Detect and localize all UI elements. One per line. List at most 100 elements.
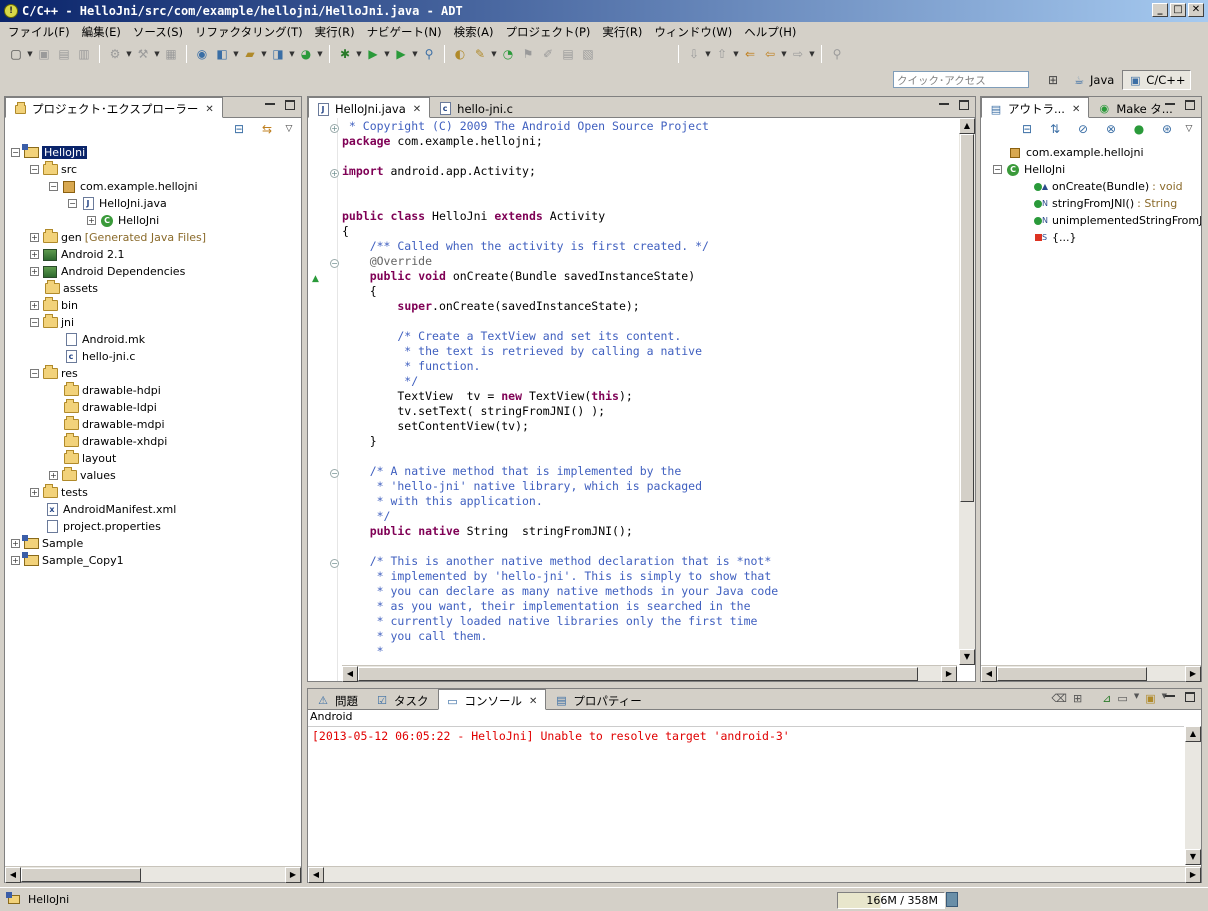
new-icon[interactable]: ▢ xyxy=(7,45,25,63)
tree-item[interactable]: + gen [Generated Java Files] xyxy=(30,229,206,246)
expand-icon[interactable]: + xyxy=(30,250,39,259)
new-project-dropdown-icon[interactable]: ▼ xyxy=(232,50,240,58)
tree-item[interactable]: drawable-xhdpi xyxy=(49,433,167,450)
new-dropdown-icon[interactable]: ▼ xyxy=(26,50,34,58)
heap-status[interactable]: 166M / 358M xyxy=(837,892,945,909)
scroll-left-icon[interactable]: ◀ xyxy=(342,666,358,682)
new-class-dropdown-icon[interactable]: ▼ xyxy=(288,50,296,58)
fold-collapse-icon[interactable]: − xyxy=(330,469,339,478)
outline-item[interactable]: S {...} xyxy=(1033,229,1077,246)
next-annotation-dropdown-icon[interactable]: ▼ xyxy=(704,50,712,58)
prev-annotation-icon[interactable]: ⇧ xyxy=(713,45,731,63)
tree-item[interactable]: − J HelloJni.java xyxy=(68,195,167,212)
menu-item[interactable]: 検索(A) xyxy=(448,24,500,40)
view-menu-icon[interactable]: ▽ xyxy=(285,124,293,134)
hide-fields-icon[interactable]: ⊘ xyxy=(1074,120,1092,138)
display-console-icon[interactable]: ▭ xyxy=(1117,692,1127,705)
tree-item[interactable]: + Sample xyxy=(11,535,83,552)
scroll-thumb[interactable] xyxy=(358,667,918,681)
outline-item[interactable]: − C HelloJni xyxy=(993,161,1065,178)
new-type-dropdown-icon[interactable]: ▼ xyxy=(316,50,324,58)
print-icon[interactable]: ▥ xyxy=(75,45,93,63)
run-icon[interactable]: ▶ xyxy=(364,45,382,63)
sdk-manager-icon[interactable]: ◉ xyxy=(193,45,211,63)
outline-item[interactable]: NunimplementedStringFromJ xyxy=(1033,212,1201,229)
open-console-icon[interactable]: ▣ xyxy=(1145,692,1155,705)
new-type-icon[interactable]: ◕ xyxy=(297,45,315,63)
scroll-left-icon[interactable]: ◀ xyxy=(5,867,21,883)
open-perspective-icon[interactable]: ⊞ xyxy=(1044,71,1062,89)
back-dropdown-icon[interactable]: ▼ xyxy=(780,50,788,58)
collapse-icon[interactable]: − xyxy=(993,165,1002,174)
expand-icon[interactable]: + xyxy=(30,233,39,242)
open-task-icon[interactable]: ◔ xyxy=(499,45,517,63)
scroll-right-icon[interactable]: ▶ xyxy=(941,666,957,682)
last-edit-location-icon[interactable]: ⇐ xyxy=(741,45,759,63)
outline-hscrollbar[interactable]: ◀ ▶ xyxy=(981,665,1201,682)
new-folder-dropdown-icon[interactable]: ▼ xyxy=(260,50,268,58)
console-output[interactable]: [2013-05-12 06:05:22 - HelloJni] Unable … xyxy=(308,726,1184,865)
search-dropdown-icon[interactable]: ▼ xyxy=(490,50,498,58)
menu-item[interactable]: ウィンドウ(W) xyxy=(648,24,738,40)
collapse-icon[interactable]: − xyxy=(49,182,58,191)
tab-console[interactable]: ▭ コンソール ✕ xyxy=(437,689,547,710)
console-vscrollbar[interactable]: ▲ ▼ xyxy=(1185,726,1201,865)
forward-dropdown-icon[interactable]: ▼ xyxy=(808,50,816,58)
tree-item[interactable]: + Sample_Copy1 xyxy=(11,552,124,569)
build-dropdown-icon[interactable]: ▼ xyxy=(125,50,133,58)
debug-icon[interactable]: ✱ xyxy=(336,45,354,63)
collapse-icon[interactable]: − xyxy=(11,148,20,157)
tree-item[interactable]: − HelloJni xyxy=(11,144,89,161)
collapse-icon[interactable]: − xyxy=(30,318,39,327)
console-hscrollbar[interactable]: ◀ ▶ xyxy=(308,866,1201,883)
new-folder-icon[interactable]: ▰ xyxy=(241,45,259,63)
pin-editor-icon[interactable]: ⚲ xyxy=(828,45,846,63)
menu-item[interactable]: ナビゲート(N) xyxy=(361,24,448,40)
save-all-icon[interactable]: ▤ xyxy=(55,45,73,63)
editor-vscrollbar[interactable]: ▲ ▼ xyxy=(959,118,975,665)
minimize-button[interactable]: _ xyxy=(1152,3,1168,17)
scroll-left-icon[interactable]: ◀ xyxy=(981,666,997,682)
tree-item[interactable]: + Android 2.1 xyxy=(30,246,125,263)
expand-icon[interactable]: + xyxy=(30,301,39,310)
tree-item[interactable]: − res xyxy=(30,365,78,382)
close-button[interactable]: ✕ xyxy=(1188,3,1204,17)
close-tab-icon[interactable]: ✕ xyxy=(413,104,421,115)
tab-tasks[interactable]: ☑ タスク xyxy=(367,689,438,709)
scroll-thumb[interactable] xyxy=(21,868,141,882)
tab-project-explorer[interactable]: プロジェクト･エクスプローラー ✕ xyxy=(5,97,223,118)
new-cpp-project-icon[interactable]: ◧ xyxy=(213,45,231,63)
perspective-cpp[interactable]: ▣ C/C++ xyxy=(1122,70,1191,90)
expand-icon[interactable]: + xyxy=(49,471,58,480)
collapse-icon[interactable]: − xyxy=(68,199,77,208)
maximize-view-icon[interactable] xyxy=(1185,100,1195,110)
menu-item[interactable]: ヘルプ(H) xyxy=(738,24,802,40)
new-class-icon[interactable]: ◨ xyxy=(269,45,287,63)
tree-item[interactable]: drawable-hdpi xyxy=(49,382,161,399)
scroll-left-icon[interactable]: ◀ xyxy=(308,867,324,883)
outline-item[interactable]: com.example.hellojni xyxy=(993,144,1144,161)
run-dropdown-icon[interactable]: ▼ xyxy=(383,50,391,58)
run-external-icon[interactable]: ▶ xyxy=(392,45,410,63)
profile-icon[interactable]: ⚲ xyxy=(420,45,438,63)
tree-item[interactable]: − jni xyxy=(30,314,74,331)
menu-item[interactable]: 実行(R) xyxy=(309,24,361,40)
hammer-icon[interactable]: ⚒ xyxy=(134,45,152,63)
menu-item[interactable]: ソース(S) xyxy=(127,24,189,40)
build-settings-icon[interactable]: ⚙ xyxy=(106,45,124,63)
fold-expand-icon[interactable]: + xyxy=(330,124,339,133)
toggle-edit-icon[interactable]: ✐ xyxy=(539,45,557,63)
hide-static-icon[interactable]: ⊗ xyxy=(1102,120,1120,138)
menu-item[interactable]: ファイル(F) xyxy=(2,24,76,40)
menu-item[interactable]: 実行(R) xyxy=(596,24,648,40)
garbage-collect-icon[interactable] xyxy=(946,892,958,907)
scroll-down-icon[interactable]: ▼ xyxy=(1185,849,1201,865)
collapse-icon[interactable]: − xyxy=(30,369,39,378)
tree-item[interactable]: x AndroidManifest.xml xyxy=(30,501,176,518)
back-icon[interactable]: ⇦ xyxy=(761,45,779,63)
tree-item[interactable]: + values xyxy=(49,467,116,484)
toggle-mark-icon[interactable]: ⚑ xyxy=(519,45,537,63)
minimize-view-icon[interactable] xyxy=(939,102,949,105)
code-editor[interactable]: * Copyright (C) 2009 The Android Open So… xyxy=(342,118,957,665)
tab-problems[interactable]: ⚠ 問題 xyxy=(308,689,367,709)
